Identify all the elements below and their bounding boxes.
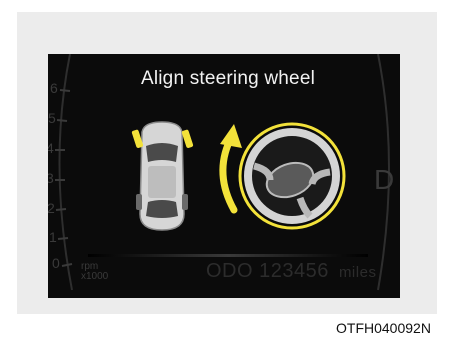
car-top-view-icon bbox=[131, 121, 194, 231]
odometer-value: 123456 bbox=[259, 260, 329, 282]
tach-label-0: 0 bbox=[52, 255, 60, 271]
steering-wheel-icon bbox=[238, 122, 346, 230]
odometer: ODO 123456 miles bbox=[206, 260, 376, 283]
tach-label-2: 2 bbox=[48, 200, 55, 216]
warning-message: Align steering wheel bbox=[140, 68, 316, 89]
tach-label-4: 4 bbox=[48, 140, 54, 156]
tach-label-5: 5 bbox=[48, 110, 56, 126]
gear-indicator: D bbox=[374, 164, 395, 195]
figure-code: OTFH040092N bbox=[336, 320, 431, 336]
odometer-unit: miles bbox=[338, 264, 377, 281]
rotate-arrow-icon bbox=[219, 124, 242, 214]
rpm-unit: rpm x1000 bbox=[81, 262, 108, 282]
odometer-prefix: ODO bbox=[206, 260, 254, 282]
cluster-display: Align steering wheel 6 5 4 3 2 1 0 rpm x… bbox=[48, 54, 400, 298]
odometer-divider bbox=[88, 254, 368, 257]
tach-label-6: 6 bbox=[50, 80, 58, 96]
tach-label-3: 3 bbox=[48, 170, 54, 186]
tach-label-1: 1 bbox=[49, 229, 57, 245]
rpm-multiplier: x1000 bbox=[81, 271, 109, 282]
